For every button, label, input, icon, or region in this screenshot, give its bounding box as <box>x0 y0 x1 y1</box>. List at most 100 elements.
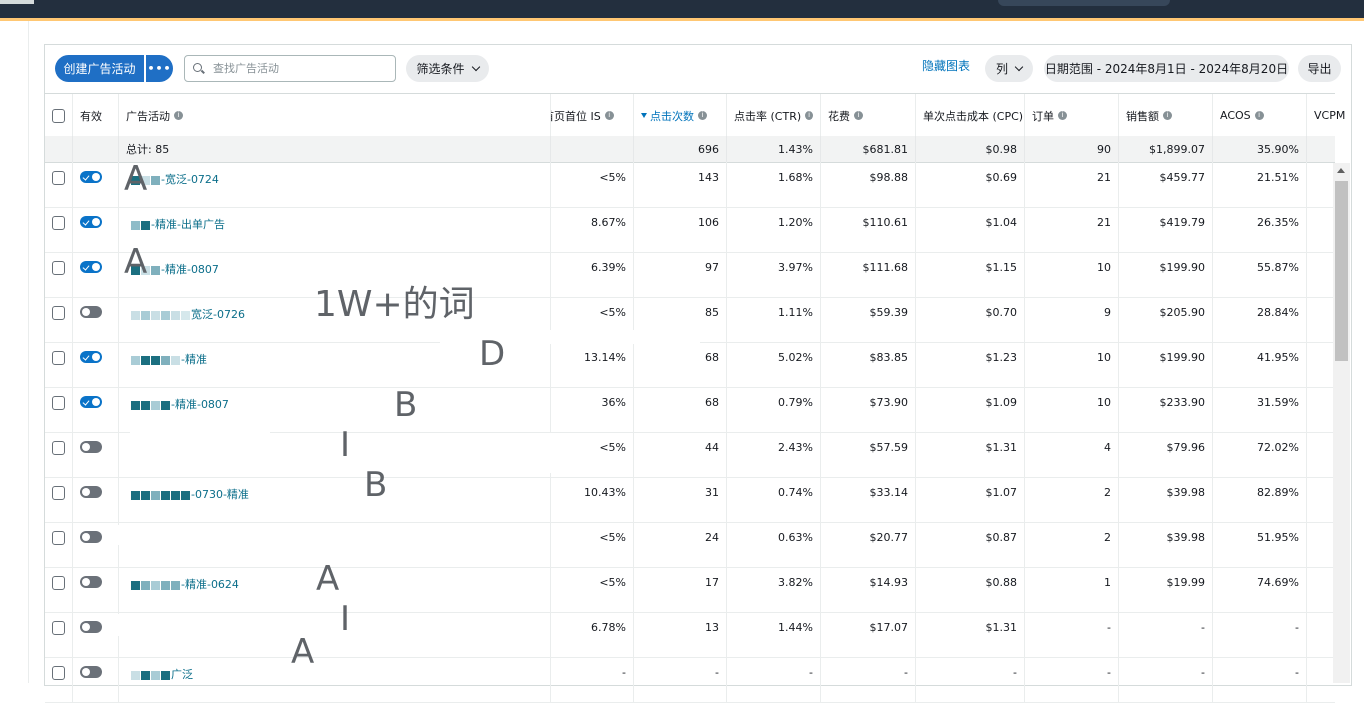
top-nav-bar <box>0 0 1364 21</box>
toggle-on-switch[interactable] <box>80 261 102 273</box>
row-checkbox[interactable] <box>52 486 65 500</box>
chevron-down-icon <box>1014 62 1024 71</box>
scroll-up-arrow-icon[interactable] <box>1337 168 1345 173</box>
row-top-is-cell: 8.67% <box>551 207 634 252</box>
toggle-off-switch[interactable] <box>80 531 102 543</box>
header-clicks[interactable]: 点击次数 i <box>634 94 727 137</box>
row-top-is-cell: <5% <box>551 162 634 207</box>
campaign-name-link[interactable]: -精准-0624 <box>131 576 239 592</box>
row-checkbox[interactable] <box>52 621 65 635</box>
header-spend[interactable]: 花费 i <box>821 94 916 137</box>
redaction-block <box>141 175 150 185</box>
redaction-block <box>151 175 160 185</box>
scrollbar-thumb[interactable] <box>1335 181 1348 361</box>
toggle-off-switch[interactable] <box>80 621 102 633</box>
redaction-block <box>171 310 180 320</box>
row-ctr-cell: 0.63% <box>727 522 821 567</box>
info-icon[interactable]: i <box>805 111 813 120</box>
redaction-block <box>161 580 170 590</box>
toggle-on-switch[interactable] <box>80 351 102 363</box>
campaign-name-link[interactable]: -宽泛-0724 <box>131 171 219 187</box>
filter-button[interactable]: 筛选条件 <box>406 55 489 82</box>
info-icon[interactable]: i <box>174 111 183 120</box>
row-orders-cell: 21 <box>1025 207 1119 252</box>
row-acos-cell: 26.35% <box>1213 207 1307 252</box>
header-cpc[interactable]: 单次点击成本 (CPC)i <box>916 94 1025 137</box>
columns-button[interactable]: 列 <box>985 55 1033 82</box>
create-campaign-button[interactable]: 创建广告活动 <box>55 55 144 82</box>
row-sales-cell: $205.90 <box>1119 297 1213 342</box>
row-cpc-cell: $0.69 <box>916 162 1025 207</box>
info-icon[interactable]: i <box>604 111 614 120</box>
row-active-cell <box>73 387 119 432</box>
redaction-block <box>181 490 190 500</box>
toggle-off-switch[interactable] <box>80 666 102 678</box>
row-checkbox[interactable] <box>52 576 65 590</box>
toggle-off-switch[interactable] <box>80 486 102 498</box>
campaign-name-link[interactable]: -0730-精准 <box>131 486 249 502</box>
campaign-name-link[interactable]: -精准-0807 <box>131 261 219 277</box>
row-cpc-cell: $0.88 <box>916 567 1025 612</box>
toggle-on-switch[interactable] <box>80 396 102 408</box>
table-row: -宽泛-0724 <5% 143 1.68% $98.88 $0.69 21 $459.77 2… <box>45 162 1335 208</box>
row-orders-cell: 1 <box>1025 567 1119 612</box>
nav-search-pill[interactable] <box>998 0 1170 6</box>
campaign-name-link[interactable]: -精准-出单广告 <box>131 216 225 232</box>
date-range-button[interactable]: 日期范围 - 2024年8月1日 - 2024年8月20日 <box>1044 55 1289 82</box>
campaign-name-link[interactable]: 广泛 <box>131 666 193 682</box>
select-all-checkbox[interactable] <box>52 108 65 123</box>
row-checkbox[interactable] <box>52 261 65 275</box>
info-icon[interactable]: i <box>1163 111 1172 120</box>
header-ctr[interactable]: 点击率 (CTR) i <box>727 94 821 137</box>
header-acos[interactable]: ACOS i <box>1213 94 1307 137</box>
table-scrollbar[interactable] <box>1333 163 1350 683</box>
campaign-name-link[interactable]: -精准 <box>131 351 207 367</box>
header-sales[interactable]: 销售额 i <box>1119 94 1213 137</box>
row-cpc-cell: $1.07 <box>916 477 1025 522</box>
campaign-search[interactable] <box>184 55 396 82</box>
campaign-name-link[interactable]: 宽泛-0726 <box>131 306 245 322</box>
info-icon[interactable]: i <box>854 111 863 120</box>
row-checkbox[interactable] <box>52 396 65 410</box>
hide-chart-link[interactable]: 隐藏图表 <box>922 57 970 74</box>
header-orders[interactable]: 订单 i <box>1025 94 1119 137</box>
campaign-name-link[interactable]: -精准-0807 <box>131 396 229 412</box>
search-input[interactable] <box>211 61 395 76</box>
row-select-cell <box>45 297 73 342</box>
campaign-name-text: -0730-精准 <box>191 488 249 501</box>
header-clicks-label: 点击次数 <box>650 109 694 123</box>
row-acos-cell: 21.51% <box>1213 162 1307 207</box>
redaction-block <box>171 580 180 590</box>
row-select-cell <box>45 342 73 387</box>
campaign-name-text: -精准-0624 <box>181 578 239 591</box>
row-checkbox[interactable] <box>52 216 65 230</box>
header-top-is[interactable]: 首页首位 ISi <box>551 94 634 137</box>
row-sales-cell: $199.90 <box>1119 342 1213 387</box>
info-icon[interactable]: i <box>1254 111 1264 120</box>
row-ctr-cell: 3.82% <box>727 567 821 612</box>
more-options-button[interactable]: ••• <box>146 55 173 82</box>
row-cpc-cell: $0.87 <box>916 522 1025 567</box>
row-checkbox[interactable] <box>52 441 65 455</box>
toggle-off-switch[interactable] <box>80 576 102 588</box>
info-icon[interactable]: i <box>1058 111 1067 120</box>
row-campaign-cell: -精准-0807 <box>119 252 551 297</box>
export-button[interactable]: 导出 <box>1298 55 1341 82</box>
row-checkbox[interactable] <box>52 531 65 545</box>
redacted-name-blocks <box>131 578 181 591</box>
row-checkbox[interactable] <box>52 171 65 185</box>
row-checkbox[interactable] <box>52 666 65 680</box>
toggle-off-switch[interactable] <box>80 441 102 453</box>
header-active[interactable]: 有效 <box>73 94 119 137</box>
row-checkbox[interactable] <box>52 306 65 320</box>
row-checkbox[interactable] <box>52 351 65 365</box>
row-spend-cell: $111.68 <box>821 252 916 297</box>
header-campaign[interactable]: 广告活动 i <box>119 94 551 137</box>
toggle-off-switch[interactable] <box>80 306 102 318</box>
row-spend-cell: $98.88 <box>821 162 916 207</box>
header-vcpm[interactable]: VCPM <box>1307 94 1352 137</box>
info-icon[interactable]: i <box>698 111 707 120</box>
row-sales-cell: - <box>1119 612 1213 657</box>
toggle-on-switch[interactable] <box>80 171 102 183</box>
toggle-on-switch[interactable] <box>80 216 102 228</box>
